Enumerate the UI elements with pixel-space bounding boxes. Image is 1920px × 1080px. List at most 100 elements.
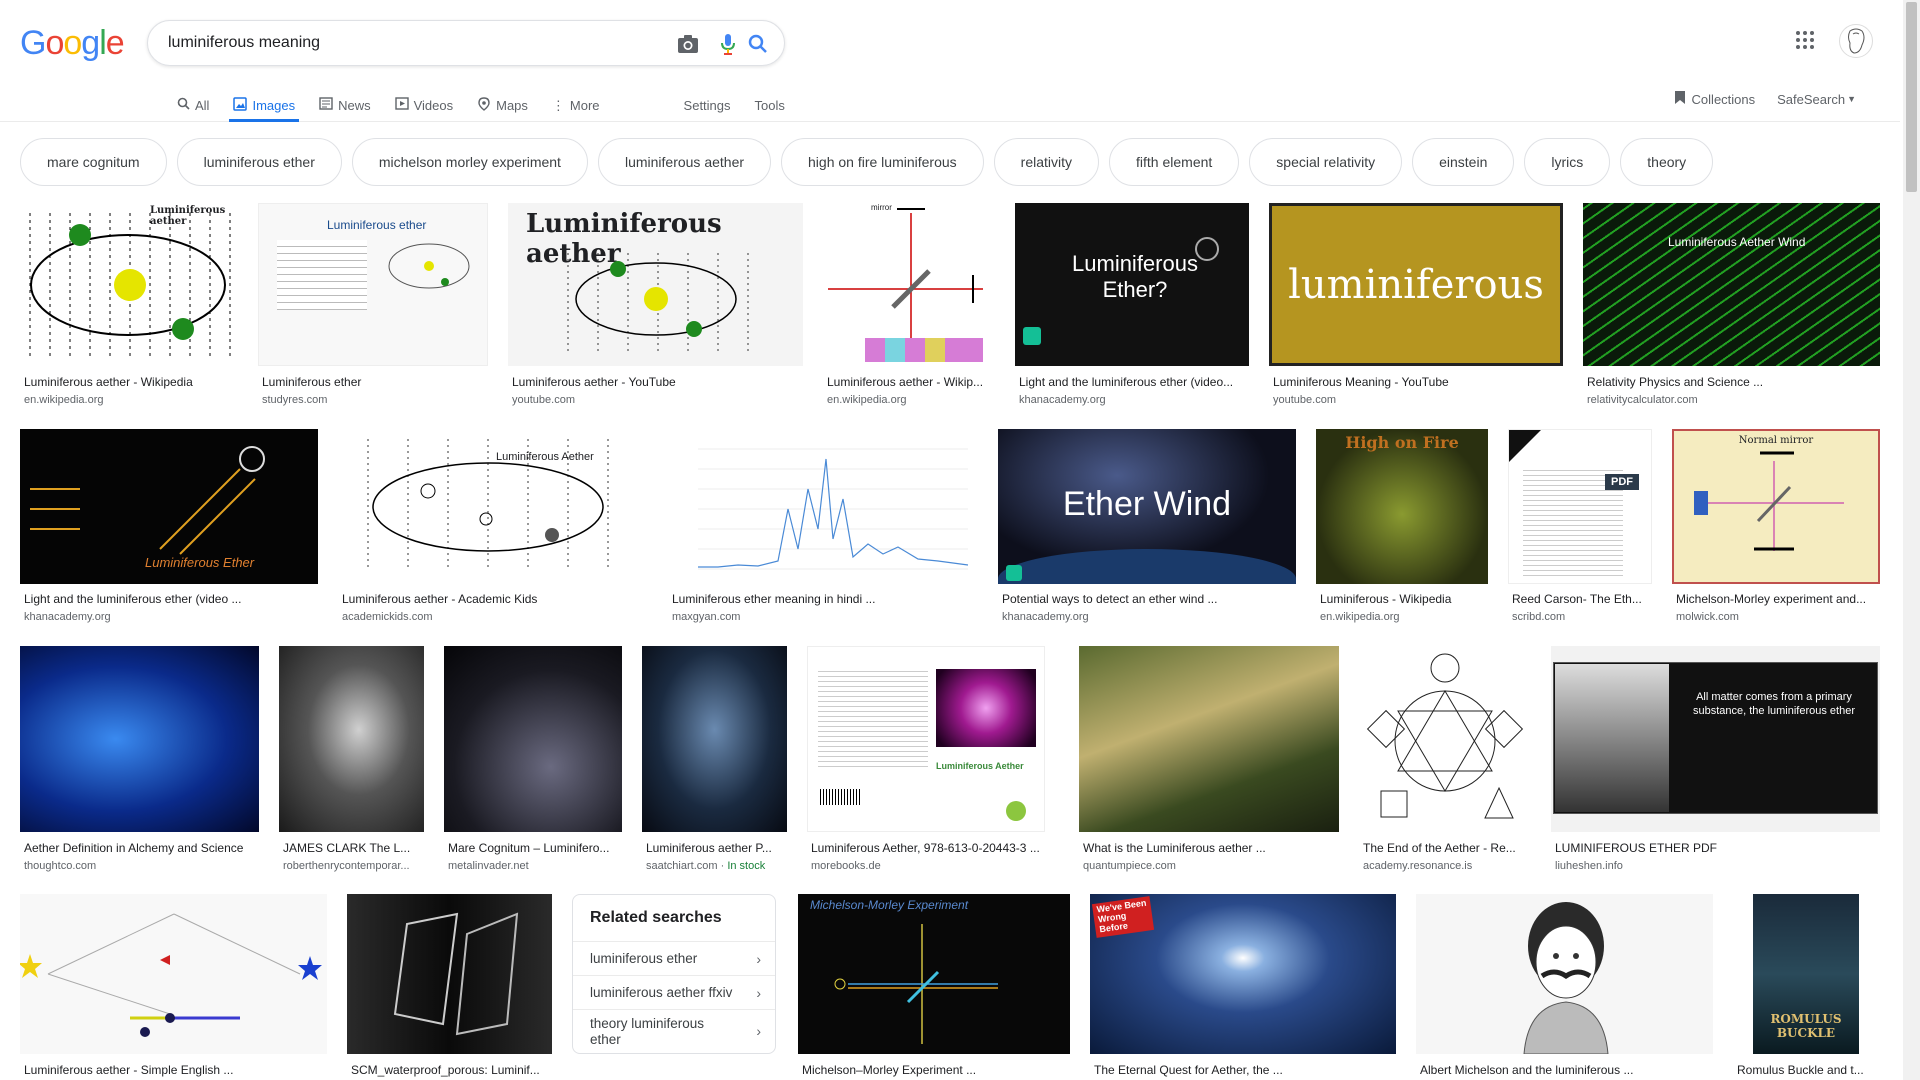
result-title[interactable]: Mare Cognitum – Luminifero... [448, 841, 622, 855]
result-title[interactable]: JAMES CLARK The L... [283, 841, 424, 855]
result-title[interactable]: The Eternal Quest for Aether, the ... [1094, 1063, 1396, 1077]
result-source: maxgyan.com [672, 611, 741, 623]
chip[interactable]: relativity [993, 138, 1100, 186]
result-thumbnail[interactable] [279, 646, 424, 832]
result-title[interactable]: Luminiferous Meaning - YouTube [1273, 375, 1563, 389]
safesearch-button[interactable]: SafeSearch ▼ [1777, 92, 1856, 107]
result-thumbnail[interactable] [1079, 646, 1339, 832]
result-thumbnail[interactable]: Michelson-Morley Experiment [798, 894, 1070, 1054]
result-thumbnail[interactable]: Luminiferous aether [508, 203, 803, 366]
result-thumbnail[interactable] [1416, 894, 1713, 1054]
scrollbar-thumb[interactable] [1906, 2, 1917, 192]
thumb-caption: Ether Wind [1062, 485, 1232, 523]
tab-all[interactable]: All [165, 88, 221, 122]
search-input[interactable]: luminiferous meaning [168, 34, 320, 52]
result-title[interactable]: Romulus Buckle and t... [1737, 1063, 1880, 1077]
result-title[interactable]: Luminiferous aether - Wikipedia [24, 375, 238, 389]
result-title[interactable]: Reed Carson- The Eth... [1512, 592, 1652, 606]
camera-icon[interactable] [676, 32, 700, 56]
result-thumbnail[interactable]: Ether Wind [998, 429, 1296, 584]
result-thumbnail[interactable] [642, 646, 787, 832]
tab-news[interactable]: News [307, 88, 383, 122]
chip[interactable]: michelson morley experiment [351, 138, 588, 186]
tab-more[interactable]: ⋮ More [540, 88, 612, 122]
result-thumbnail[interactable]: Luminiferous Aether Wind [1583, 203, 1880, 366]
search-icon[interactable] [746, 32, 770, 56]
result-title[interactable]: Luminiferous aether - Wikip... [827, 375, 995, 389]
result-title[interactable]: Potential ways to detect an ether wind .… [1002, 592, 1296, 606]
related-search-item[interactable]: theory luminiferous ether › [573, 1009, 775, 1053]
result-title[interactable]: Light and the luminiferous ether (video … [24, 592, 318, 606]
result-thumbnail[interactable]: PDF [1508, 429, 1652, 584]
result-title[interactable]: Light and the luminiferous ether (video.… [1019, 375, 1249, 389]
right-tools: Collections SafeSearch ▼ [1674, 88, 1856, 110]
apps-grid-icon[interactable] [1795, 30, 1819, 54]
result-title[interactable]: Luminiferous Aether, 978-613-0-20443-3 .… [811, 841, 1045, 855]
result-thumbnail[interactable]: All matter comes from a primary substanc… [1551, 646, 1880, 832]
result-title[interactable]: Relativity Physics and Science ... [1587, 375, 1880, 389]
chip[interactable]: luminiferous aether [597, 138, 772, 186]
result-thumbnail[interactable] [20, 894, 327, 1054]
result-title[interactable]: LUMINIFEROUS ETHER PDF [1555, 841, 1880, 855]
tab-videos[interactable]: Videos [383, 88, 466, 122]
chip[interactable]: theory [1620, 138, 1714, 186]
thumb-caption: Luminiferous Ether [145, 555, 255, 570]
result-title[interactable]: SCM_waterproof_porous: Luminif... [351, 1063, 552, 1077]
portrait [1555, 664, 1669, 812]
result-thumbnail[interactable]: ROMULUS BUCKLE [1733, 894, 1880, 1054]
page-scrollbar[interactable] [1903, 0, 1920, 1080]
chip[interactable]: fifth element [1109, 138, 1240, 186]
chip[interactable]: einstein [1412, 138, 1515, 186]
tools-link[interactable]: Tools [743, 88, 797, 122]
result-title[interactable]: Luminiferous ether [262, 375, 488, 389]
result-thumbnail[interactable] [668, 429, 978, 584]
chip[interactable]: lyrics [1524, 138, 1611, 186]
search-box[interactable]: luminiferous meaning [147, 20, 785, 66]
result-title[interactable]: Luminiferous aether - Academic Kids [342, 592, 648, 606]
result-title[interactable]: Luminiferous aether P... [646, 841, 787, 855]
result-thumbnail[interactable]: mirror [823, 203, 995, 366]
tab-maps[interactable]: Maps [465, 88, 540, 122]
result-thumbnail[interactable] [347, 894, 552, 1054]
result-title[interactable]: Aether Definition in Alchemy and Science [24, 841, 259, 855]
result-thumbnail[interactable]: We've Been Wrong Before [1090, 894, 1396, 1054]
result-thumbnail[interactable]: High on Fire [1316, 429, 1488, 584]
result-thumbnail[interactable] [1359, 646, 1531, 832]
result-title[interactable]: The End of the Aether - Re... [1363, 841, 1531, 855]
result-thumbnail[interactable]: Luminiferous Ether? [1015, 203, 1249, 366]
result-title[interactable]: What is the Luminiferous aether ... [1083, 841, 1339, 855]
microphone-icon[interactable] [716, 32, 740, 56]
thumb-caption: Luminiferous Aether Wind [1668, 235, 1806, 249]
result-thumbnail[interactable]: Luminiferous Aether [338, 429, 648, 584]
chip[interactable]: mare cognitum [20, 138, 167, 186]
result-title[interactable]: Luminiferous aether - Simple English ... [24, 1063, 327, 1077]
related-search-item[interactable]: luminiferous ether › [573, 941, 775, 975]
barcode [820, 789, 860, 805]
result-thumbnail[interactable]: Luminiferous ether [258, 203, 488, 366]
result-source: en.wikipedia.org [24, 394, 104, 406]
google-logo[interactable]: Google [20, 24, 125, 63]
result-title[interactable]: Luminiferous ether meaning in hindi ... [672, 592, 978, 606]
chip[interactable]: luminiferous ether [176, 138, 342, 186]
chip[interactable]: special relativity [1249, 138, 1403, 186]
news-icon [319, 97, 333, 113]
result-title[interactable]: Luminiferous aether - YouTube [512, 375, 803, 389]
result-thumbnail[interactable]: luminiferous [1269, 203, 1563, 366]
account-avatar[interactable] [1839, 24, 1873, 58]
settings-link[interactable]: Settings [672, 88, 743, 122]
result-thumbnail[interactable]: Luminiferous aether [20, 203, 238, 366]
result-title[interactable]: Luminiferous - Wikipedia [1320, 592, 1488, 606]
result-thumbnail[interactable] [444, 646, 622, 832]
result-thumbnail[interactable] [20, 646, 259, 832]
result-thumbnail[interactable]: Luminiferous Aether [807, 646, 1045, 832]
result-thumbnail[interactable]: Luminiferous Ether [20, 429, 318, 584]
result-title[interactable]: Michelson-Morley experiment and... [1676, 592, 1880, 606]
chip[interactable]: high on fire luminiferous [781, 138, 984, 186]
in-stock-label: In stock [727, 860, 766, 872]
related-search-item[interactable]: luminiferous aether ffxiv › [573, 975, 775, 1009]
result-thumbnail[interactable]: Normal mirror [1672, 429, 1880, 584]
collections-button[interactable]: Collections [1674, 90, 1755, 108]
result-title[interactable]: Albert Michelson and the luminiferous ..… [1420, 1063, 1713, 1077]
tab-images[interactable]: Images [221, 88, 307, 122]
result-title[interactable]: Michelson–Morley Experiment ... [802, 1063, 1070, 1077]
